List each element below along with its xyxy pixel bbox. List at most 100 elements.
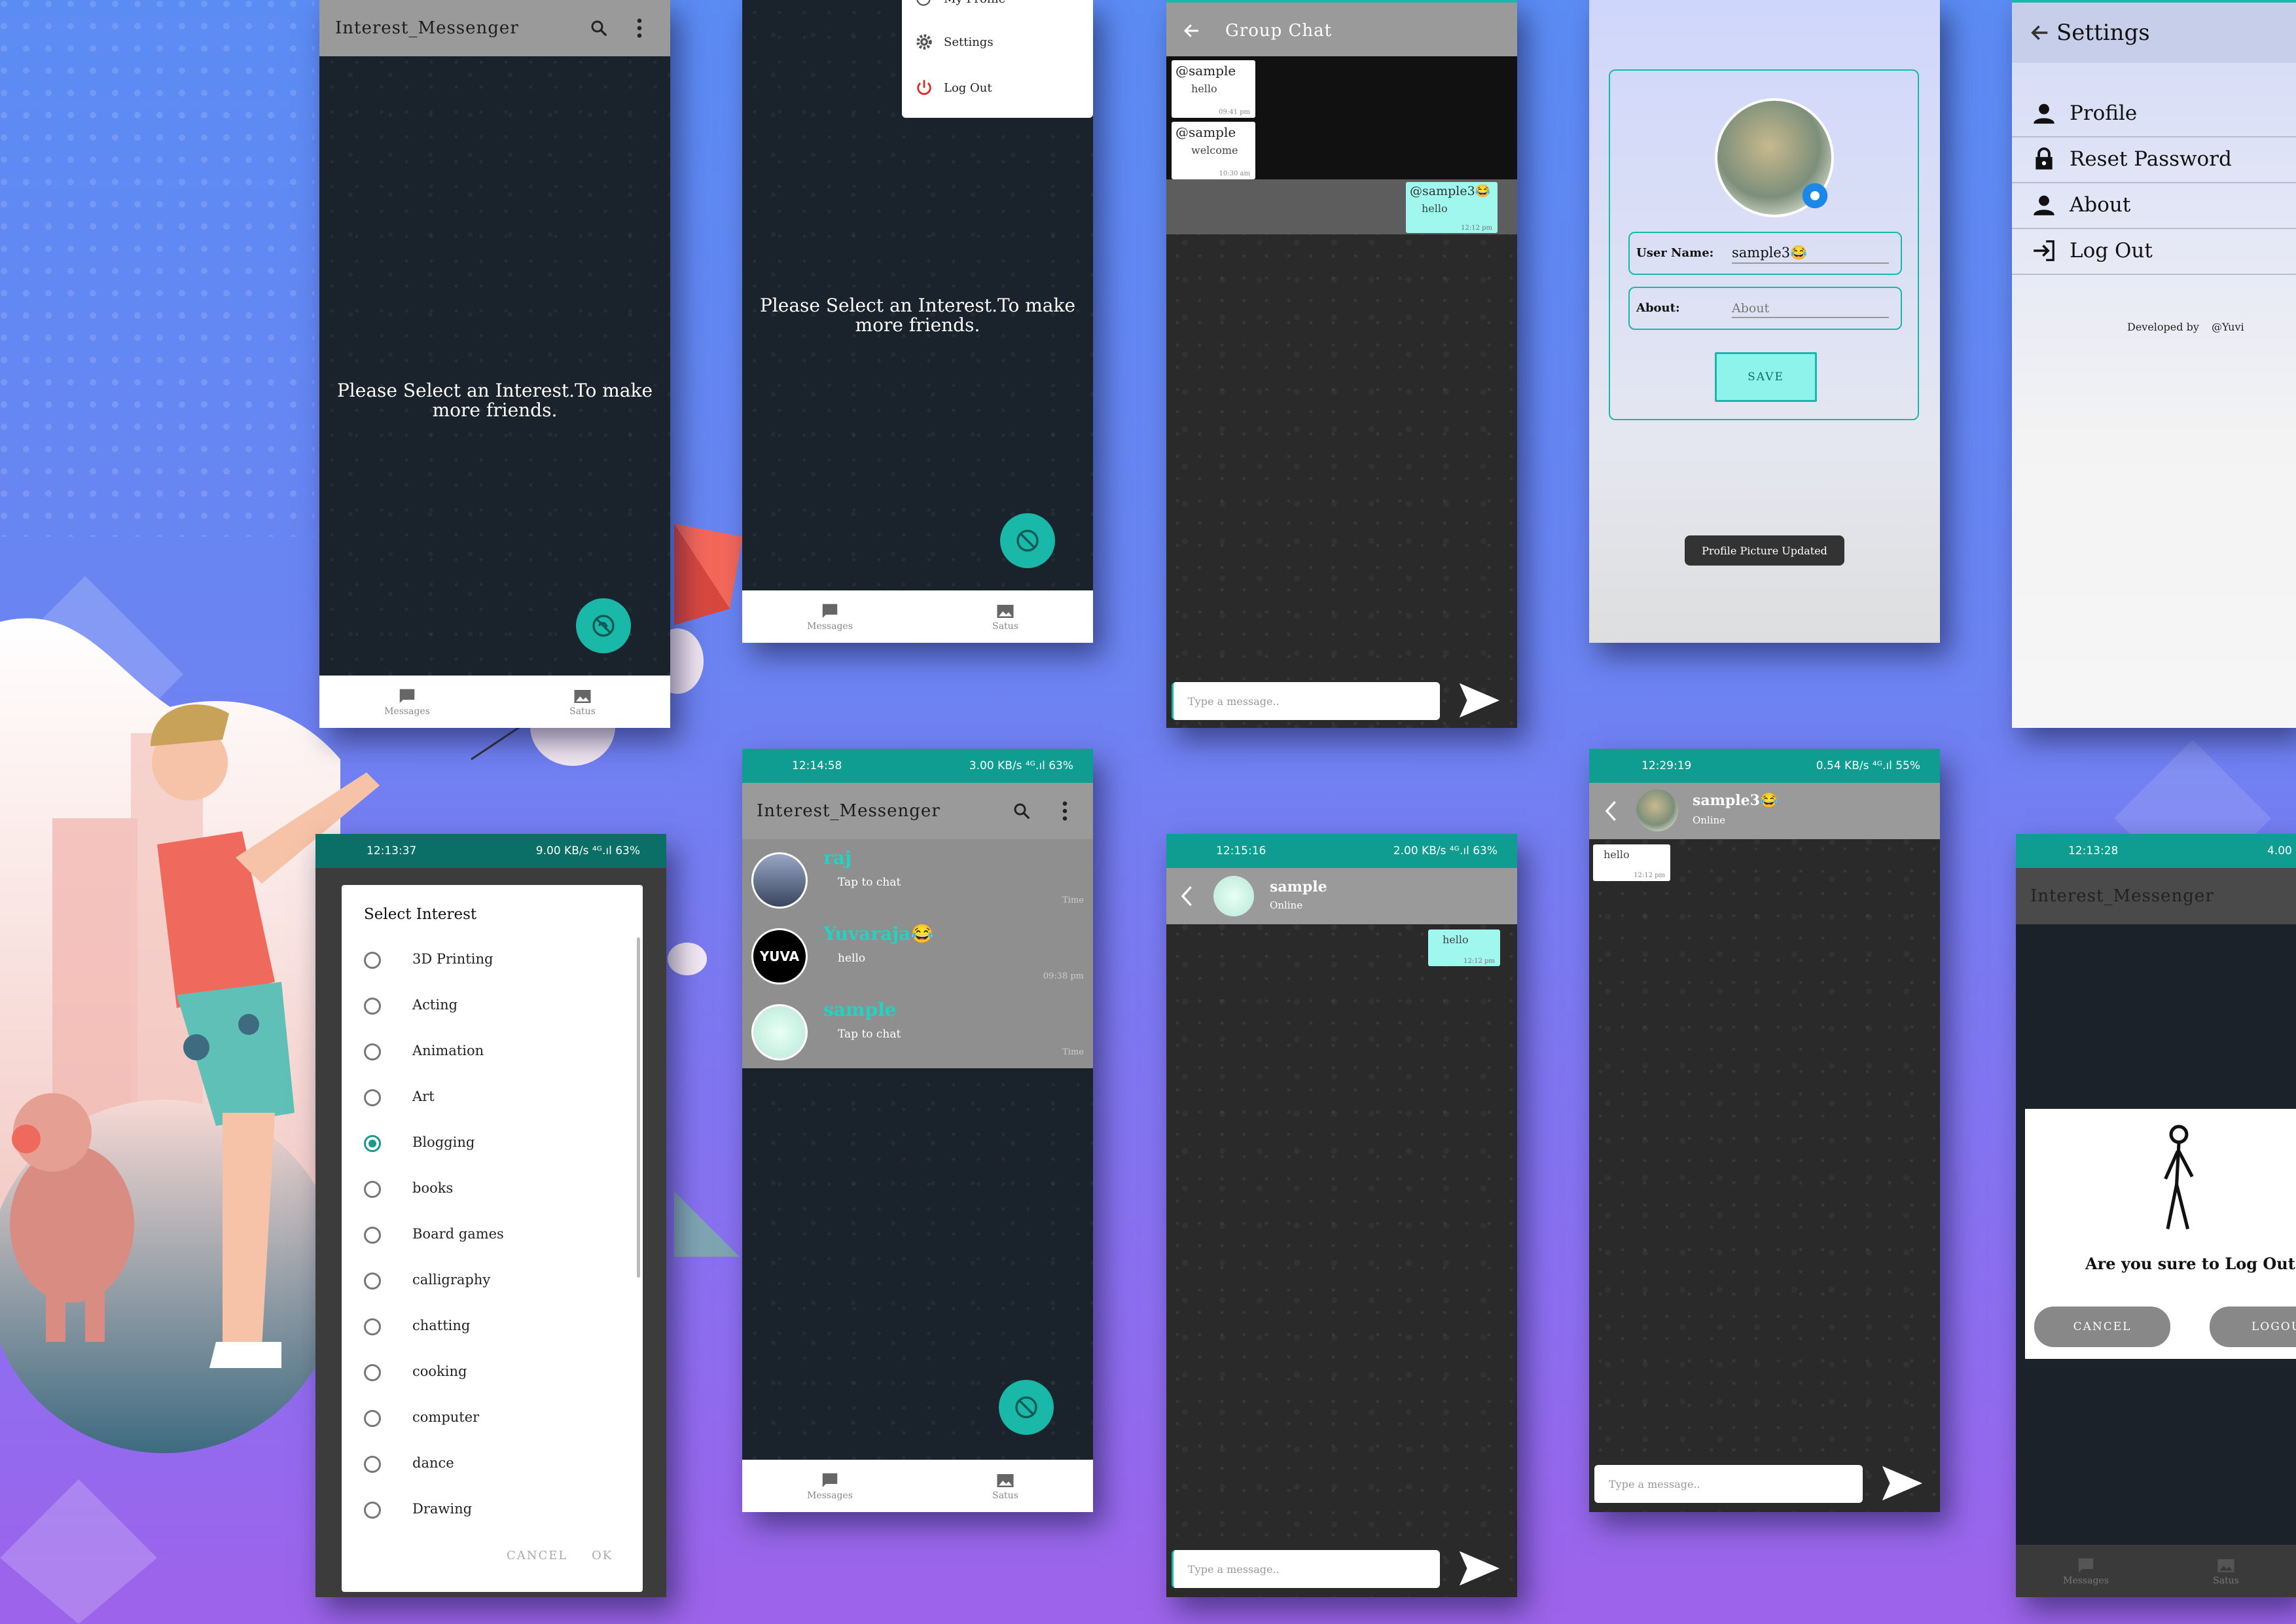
interest-fab[interactable] — [576, 598, 631, 653]
about-field[interactable]: About: About — [1628, 287, 1902, 330]
settings-item-profile[interactable]: Profile — [2012, 90, 2296, 137]
settings-item-reset-password[interactable]: Reset Password — [2012, 136, 2296, 183]
interest-option-label[interactable]: cooking — [412, 1363, 467, 1379]
cancel-button[interactable]: CANCEL — [507, 1549, 567, 1562]
interest-option-label[interactable]: Animation — [412, 1043, 484, 1058]
save-button[interactable]: SAVE — [1715, 352, 1817, 402]
status-right: 2.00 KB/s ⁴ᴳ.ıl 63% — [1393, 844, 1498, 857]
interest-option-label[interactable]: Board games — [412, 1226, 504, 1242]
screen-select-interest: 12:13:37 9.00 KB/s ⁴ᴳ.ıl 63% Select Inte… — [315, 834, 666, 1597]
interest-radio[interactable] — [364, 1043, 381, 1060]
cancel-button[interactable]: CANCEL — [2034, 1307, 2170, 1347]
interest-option-label[interactable]: Acting — [412, 997, 457, 1013]
message-time: 12:12 pm — [1463, 958, 1495, 965]
nav-status[interactable]: Satus — [495, 676, 670, 728]
interest-radio[interactable] — [364, 1135, 381, 1152]
logout-button[interactable]: LOGOUT — [2210, 1307, 2296, 1347]
interest-option-label[interactable]: dance — [412, 1455, 454, 1471]
dialog-title: Select Interest — [364, 906, 477, 923]
gear-icon — [916, 34, 932, 50]
settings-item-logout[interactable]: Log Out — [2012, 228, 2296, 275]
interest-option-label[interactable]: 3D Printing — [412, 951, 493, 967]
nav-messages[interactable]: Messages — [319, 676, 495, 728]
nav-messages[interactable]: Messages — [742, 590, 918, 643]
about-input[interactable]: About — [1732, 301, 1889, 318]
interest-radio[interactable] — [364, 998, 381, 1015]
bottom-navigation: Messages Satus — [2016, 1545, 2296, 1597]
interest-option-label[interactable]: Art — [412, 1089, 435, 1104]
interest-radio[interactable] — [364, 1272, 381, 1290]
interest-option-label[interactable]: computer — [412, 1409, 479, 1425]
chat-row[interactable]: raj Tap to chat Time — [742, 839, 1093, 915]
interest-option-label[interactable]: books — [412, 1180, 453, 1196]
dialog-scrollbar[interactable] — [637, 937, 640, 1278]
settings-item-label: Reset Password — [2070, 147, 2232, 171]
interest-fab[interactable] — [999, 1380, 1054, 1435]
message-time: 12:12 pm — [1634, 872, 1665, 879]
logout-dialog: Are you sure to Log Out? CANCEL LOGOUT — [2025, 1109, 2296, 1359]
interest-radio[interactable] — [364, 1227, 381, 1244]
nav-messages[interactable]: Messages — [742, 1460, 918, 1512]
bottom-navigation: Messages Satus — [319, 676, 670, 728]
message-input[interactable]: Type a message.. — [1172, 682, 1440, 720]
interest-radio[interactable] — [364, 1181, 381, 1198]
camera-badge-icon[interactable] — [1801, 182, 1829, 209]
chat-row[interactable]: YUVA Yuvaraja😂 hello 09:38 pm — [742, 915, 1093, 991]
ok-button[interactable]: OK — [592, 1549, 613, 1562]
send-icon[interactable] — [1456, 681, 1501, 720]
app-title: Interest_Messenger — [757, 801, 941, 821]
settings-item-about[interactable]: About — [2012, 182, 2296, 229]
select-interest-message: Please Select an Interest.To make more f… — [759, 295, 1076, 336]
interest-radio[interactable] — [364, 1456, 381, 1473]
interest-radio[interactable] — [364, 952, 381, 969]
back-chevron-icon[interactable] — [1604, 800, 1619, 822]
app-title: Interest_Messenger — [335, 18, 519, 38]
interest-radio[interactable] — [364, 1318, 381, 1335]
message-time: 10:30 am — [1219, 170, 1250, 177]
message-text: hello — [1604, 848, 1630, 861]
username-value[interactable]: sample3😂 — [1732, 245, 1889, 264]
nav-status[interactable]: Satus — [918, 590, 1093, 643]
overflow-menu-icon[interactable] — [635, 17, 644, 39]
contact-time: Time — [1062, 895, 1084, 905]
interest-radio[interactable] — [364, 1364, 381, 1381]
interest-radio[interactable] — [364, 1089, 381, 1106]
back-arrow-icon[interactable] — [2029, 22, 2051, 44]
nav-messages-label: Messages — [2063, 1576, 2109, 1586]
interest-option-label[interactable]: Drawing — [412, 1501, 472, 1517]
message-text: hello — [1422, 202, 1448, 215]
interest-radio[interactable] — [364, 1410, 381, 1427]
interest-option-label[interactable]: Blogging — [412, 1134, 475, 1150]
status-bar: 12:29:19 0.54 KB/s ⁴ᴳ.ıl 55% — [1589, 749, 1940, 783]
menu-item-my-profile[interactable]: My Profile — [915, 0, 1005, 12]
back-chevron-icon[interactable] — [1179, 885, 1195, 907]
status-time: 12:14:58 — [792, 759, 842, 772]
message-input[interactable]: Type a message.. — [1594, 1465, 1863, 1503]
search-icon[interactable] — [1012, 801, 1031, 821]
settings-item-label: Log Out — [2070, 239, 2153, 262]
search-icon[interactable] — [589, 18, 609, 38]
settings-item-label: Profile — [2070, 101, 2138, 125]
interest-option-label[interactable]: calligraphy — [412, 1272, 490, 1288]
nav-status[interactable]: Satus — [2156, 1545, 2296, 1597]
menu-item-settings[interactable]: Settings — [915, 29, 994, 55]
send-icon[interactable] — [1456, 1549, 1501, 1588]
menu-item-logout[interactable]: Log Out — [915, 75, 992, 101]
nav-messages[interactable]: Messages — [2016, 1545, 2156, 1597]
developer-name: @Yuvi — [2211, 321, 2244, 333]
back-arrow-icon[interactable] — [1182, 21, 1202, 41]
logout-question: Are you sure to Log Out? — [2085, 1254, 2296, 1273]
select-interest-message: Please Select an Interest.To make more f… — [336, 380, 653, 421]
chat-toolbar: sample Online — [1166, 868, 1517, 924]
app-toolbar: Interest_Messenger — [319, 0, 670, 56]
send-icon[interactable] — [1878, 1464, 1924, 1503]
interest-radio[interactable] — [364, 1502, 381, 1519]
overflow-menu-icon[interactable] — [1060, 800, 1069, 822]
username-field[interactable]: User Name: sample3😂 — [1628, 232, 1902, 275]
interest-option-label[interactable]: chatting — [412, 1318, 470, 1333]
chat-row[interactable]: sample Tap to chat Time — [742, 991, 1093, 1067]
nav-status[interactable]: Satus — [918, 1460, 1093, 1512]
message-input[interactable]: Type a message.. — [1172, 1550, 1440, 1588]
interest-fab[interactable] — [1000, 513, 1055, 568]
contact-status: Online — [1693, 814, 1726, 826]
